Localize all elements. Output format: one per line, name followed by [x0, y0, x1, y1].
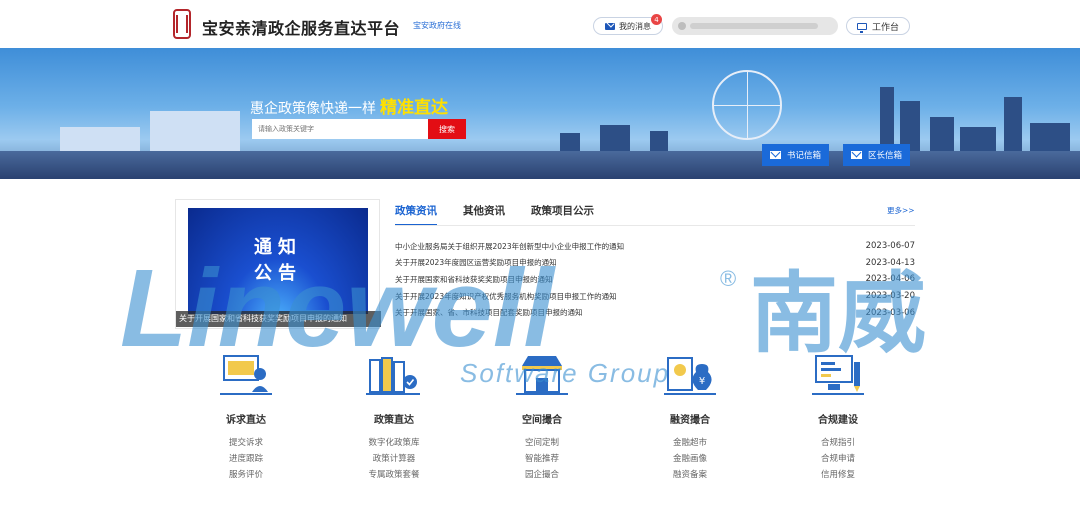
list-item[interactable]: 关于开展2023年度园区运营奖励项目申报的通知 2023-04-13 [395, 255, 915, 272]
list-item[interactable]: 关于开展国家和省科技获奖奖励项目申报的通知 2023-04-06 [395, 271, 915, 288]
top-bar: 宝安亲清政企服务直达平台 宝安政府在线 我的消息 4 工作台 [0, 0, 1080, 48]
workbench-label: 工作台 [871, 22, 899, 33]
feature-compliance: 合规建设 合规指引 合规申请 信用修复 [764, 352, 912, 482]
feature-title: 融资撮合 [670, 415, 710, 426]
mayor-mailbox-button[interactable]: 区长信箱 [843, 144, 911, 166]
avatar [678, 22, 686, 30]
news-date: 2023-04-06 [865, 274, 915, 285]
tab-policy-news[interactable]: 政策资讯 [395, 203, 437, 226]
divider [395, 225, 915, 226]
tab-policy-project-publicity[interactable]: 政策项目公示 [531, 203, 594, 226]
feature-link[interactable]: 信用修复 [821, 468, 855, 480]
news-title[interactable]: 中小企业服务局关于组织开展2023年创新型中小企业申报工作的通知 [395, 241, 624, 252]
books-icon[interactable] [364, 352, 424, 396]
more-link[interactable]: 更多>> [887, 205, 915, 216]
messages-count-badge: 4 [651, 14, 662, 25]
notice-image-line1: 通知 [254, 237, 302, 258]
feature-title: 政策直达 [374, 415, 414, 426]
feature-link[interactable]: 进度跟踪 [229, 452, 263, 464]
list-item[interactable]: 关于开展2023年度知识产权优秀服务机构奖励项目申报工作的通知 2023-03-… [395, 288, 915, 305]
feature-appeal: 诉求直达 提交诉求 进度跟踪 服务评价 [172, 352, 320, 482]
list-item[interactable]: 关于开展国家、省、市科技项目配套奖励项目申报的通知 2023-03-06 [395, 304, 915, 321]
feature-link[interactable]: 金融超市 [673, 436, 707, 448]
svg-text:¥: ¥ [699, 376, 705, 387]
feature-link[interactable]: 智能推荐 [525, 452, 559, 464]
feature-finance: ¥ 融资撮合 金融超市 金融画像 融资备案 [616, 352, 764, 482]
storefront-icon[interactable] [512, 352, 572, 396]
search-button[interactable]: 搜索 [428, 119, 466, 139]
feature-services: 诉求直达 提交诉求 进度跟踪 服务评价 政策直达 数字化政策库 政策计算器 专属… [172, 352, 912, 482]
site-title[interactable]: 宝安亲清政企服务直达平台 [202, 15, 400, 39]
blurred-company-name [690, 23, 818, 29]
news-title[interactable]: 关于开展国家、省、市科技项目配套奖励项目申报的通知 [395, 307, 583, 318]
list-item[interactable]: 中小企业服务局关于组织开展2023年创新型中小企业申报工作的通知 2023-06… [395, 238, 915, 255]
feature-link[interactable]: 提交诉求 [229, 436, 263, 448]
waterfront [0, 151, 1080, 179]
notice-image-line2: 公告 [254, 263, 302, 284]
news-tabs: 政策资讯 其他资讯 政策项目公示 [395, 203, 620, 226]
notice-card[interactable]: 通知 公告 关于开展国家和省科技获奖奖励项目申报的通知 [175, 199, 381, 329]
money-bag-icon[interactable]: ¥ [660, 352, 720, 396]
banner-slogan: 惠企政策像快递一样 精准直达 [250, 93, 448, 118]
feature-space: 空间撮合 空间定制 智能推荐 园企撮合 [468, 352, 616, 482]
news-list: 中小企业服务局关于组织开展2023年创新型中小企业申报工作的通知 2023-06… [395, 238, 915, 321]
feature-link[interactable]: 政策计算器 [373, 452, 416, 464]
presentation-icon[interactable] [216, 352, 276, 396]
mayor-mailbox-label: 区长信箱 [868, 151, 903, 161]
feature-link[interactable]: 服务评价 [229, 468, 263, 480]
feature-title: 合规建设 [818, 415, 858, 426]
secretary-mailbox-button[interactable]: 书记信箱 [762, 144, 830, 166]
secretary-mailbox-label: 书记信箱 [787, 151, 822, 161]
feature-link[interactable]: 园企撮合 [525, 468, 559, 480]
building [1004, 97, 1022, 157]
policy-search-input[interactable] [252, 119, 428, 139]
monitor-icon [856, 22, 867, 33]
feature-link[interactable]: 空间定制 [525, 436, 559, 448]
feature-policy: 政策直达 数字化政策库 政策计算器 专属政策套餐 [320, 352, 468, 482]
computer-check-icon[interactable] [808, 352, 868, 396]
tab-other-news[interactable]: 其他资讯 [463, 203, 505, 226]
feature-link[interactable]: 合规申请 [821, 452, 855, 464]
gov-online-link[interactable]: 宝安政府在线 [413, 20, 461, 31]
site-logo[interactable] [173, 9, 191, 39]
feature-link[interactable]: 数字化政策库 [368, 436, 419, 448]
envelope-icon [605, 22, 615, 30]
feature-link[interactable]: 金融画像 [673, 452, 707, 464]
feature-link[interactable]: 合规指引 [821, 436, 855, 448]
user-account-pill[interactable] [672, 17, 838, 35]
news-title[interactable]: 关于开展2023年度知识产权优秀服务机构奖励项目申报工作的通知 [395, 291, 617, 302]
slogan-highlight: 精准直达 [380, 98, 448, 118]
mail-icon [851, 151, 862, 159]
news-date: 2023-03-06 [865, 307, 915, 318]
workbench-button[interactable]: 工作台 [846, 17, 910, 35]
feature-link[interactable]: 专属政策套餐 [368, 468, 419, 480]
messages-label: 我的消息 [619, 21, 651, 31]
feature-link[interactable]: 融资备案 [673, 468, 707, 480]
feature-title: 诉求直达 [226, 415, 266, 426]
feature-title: 空间撮合 [522, 415, 562, 426]
news-date: 2023-04-13 [865, 257, 915, 268]
ferris-wheel [712, 70, 782, 140]
notice-image: 通知 公告 [188, 208, 368, 314]
slogan-prefix: 惠企政策像快递一样 [250, 101, 376, 117]
mail-icon [770, 151, 781, 159]
news-date: 2023-03-20 [865, 291, 915, 302]
hero-banner: 惠企政策像快递一样精准直达 搜索 书记信箱 区长信箱 [0, 48, 1080, 179]
news-date: 2023-06-07 [865, 241, 915, 252]
notice-caption[interactable]: 关于开展国家和省科技获奖奖励项目申报的通知 [176, 311, 381, 327]
news-title[interactable]: 关于开展2023年度园区运营奖励项目申报的通知 [395, 257, 557, 268]
news-title[interactable]: 关于开展国家和省科技获奖奖励项目申报的通知 [395, 274, 553, 285]
